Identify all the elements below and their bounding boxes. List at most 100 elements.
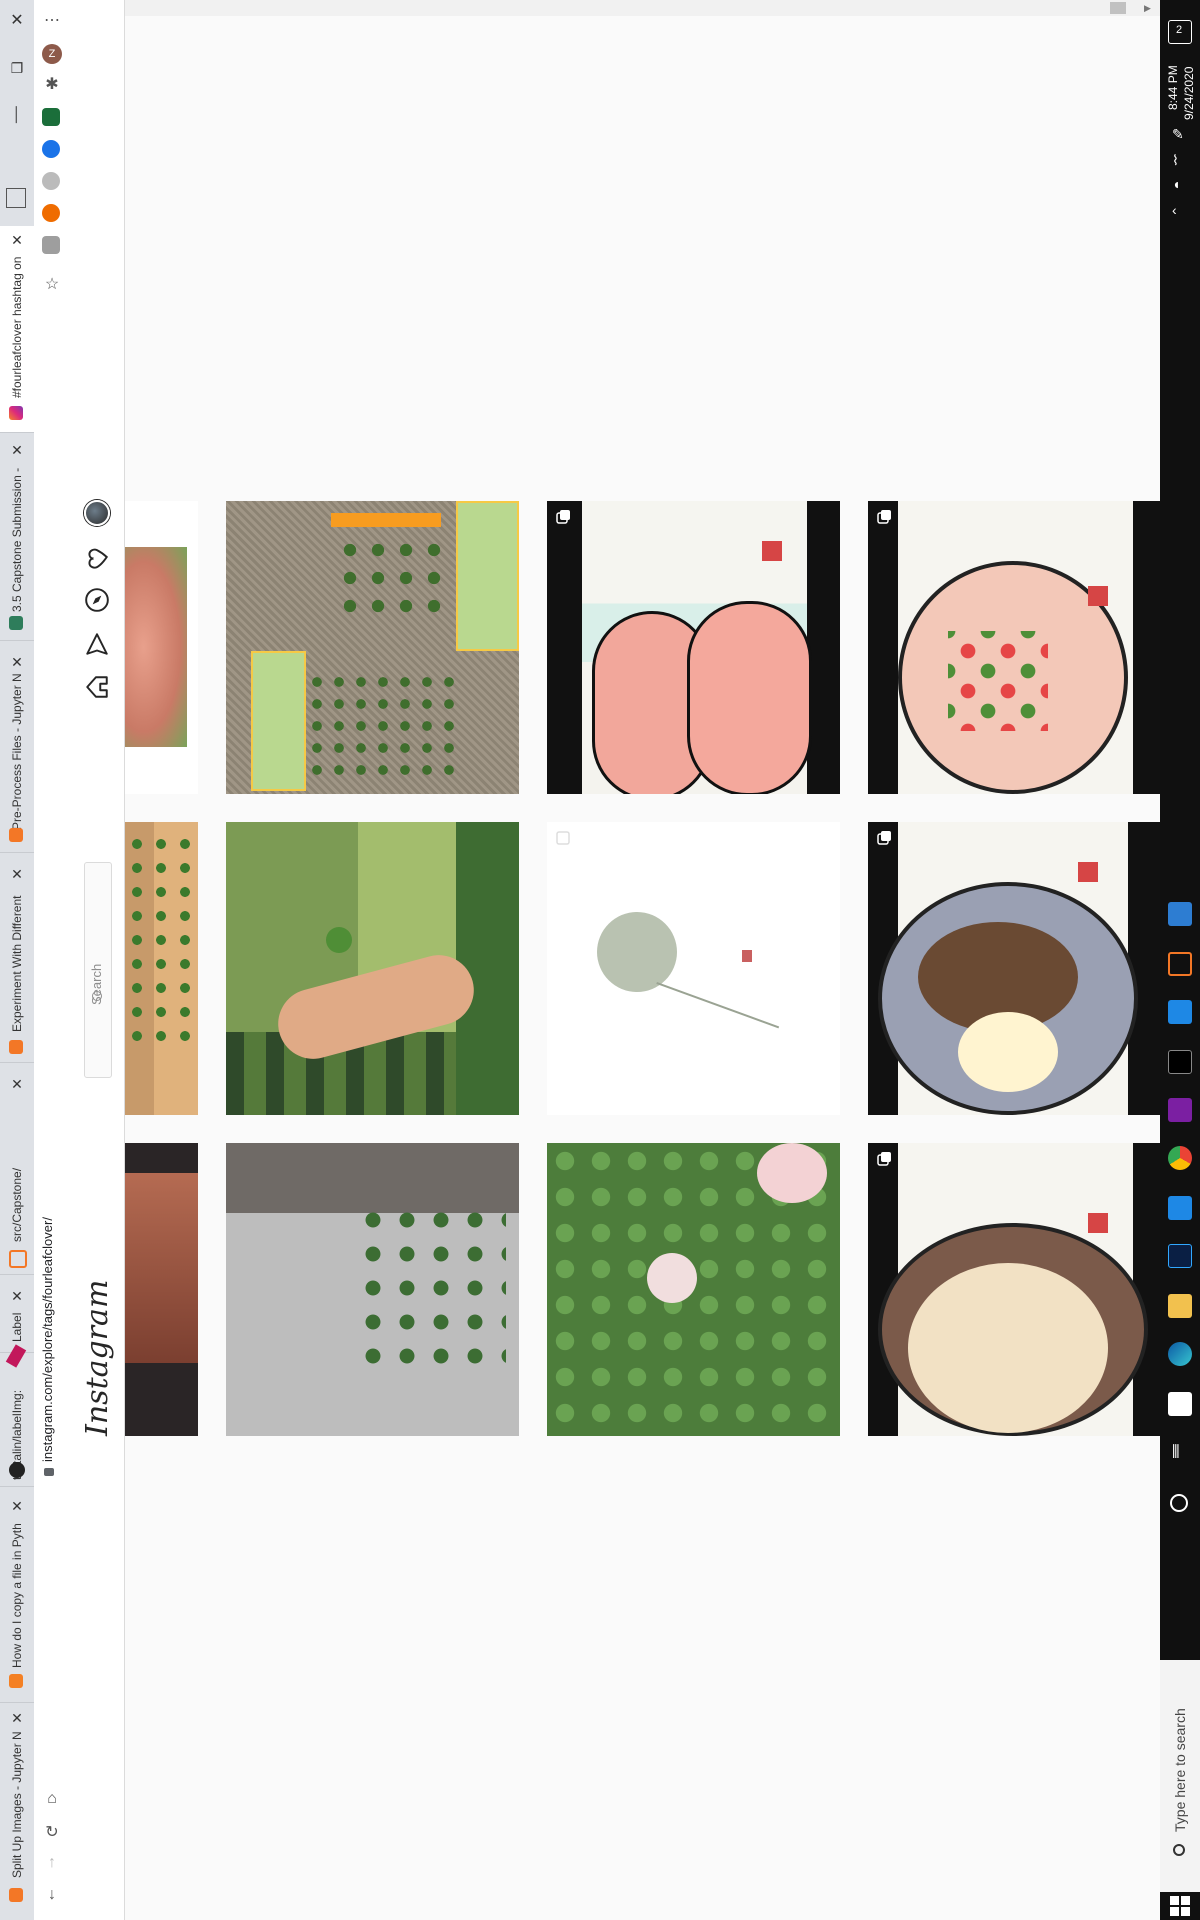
- post-thumbnail[interactable]: [868, 822, 1161, 1115]
- clock-time[interactable]: 8:44 PM: [1166, 65, 1180, 110]
- post-image: [336, 536, 446, 626]
- profile-avatar[interactable]: [84, 500, 110, 526]
- scroll-right-icon[interactable]: ▶: [1144, 3, 1151, 14]
- tab-close-icon[interactable]: ✕: [9, 442, 25, 458]
- mail-icon[interactable]: [1168, 1196, 1192, 1220]
- tab-close-icon[interactable]: ✕: [9, 654, 25, 670]
- post-image: [908, 1263, 1108, 1433]
- tab-split-images[interactable]: ✕ Split Up Images - Jupyter N: [0, 1706, 34, 1920]
- heart-icon[interactable]: [84, 544, 110, 570]
- jupyter-icon[interactable]: [1168, 952, 1192, 976]
- photos-icon[interactable]: [1168, 1000, 1192, 1024]
- jupyter-icon: [9, 1040, 23, 1054]
- menu-icon[interactable]: ⋯: [41, 10, 63, 32]
- lock-icon: [40, 1462, 58, 1480]
- url-bar[interactable]: instagram.com/explore/tags/fourleafclove…: [40, 1217, 55, 1462]
- tab-src-capstone[interactable]: ✕ src/Capstone/: [0, 1066, 34, 1275]
- explore-icon[interactable]: [84, 587, 110, 613]
- photoshop-icon[interactable]: [1168, 1244, 1192, 1268]
- reload-icon[interactable]: ↻: [41, 1822, 63, 1844]
- stamp: [742, 950, 752, 962]
- tab-label-studio[interactable]: ✕ Label: [0, 1278, 34, 1353]
- tab-strip: ✕ ❐ │ ✕ #fourleafclover hashtag on ✕ 3.5…: [0, 0, 34, 1920]
- cortana-icon[interactable]: [1170, 1494, 1188, 1512]
- tab-close-icon[interactable]: ✕: [9, 866, 25, 882]
- search-icon: [92, 991, 102, 1001]
- volume-icon[interactable]: ◖: [1172, 176, 1180, 192]
- scrollbar-thumb[interactable]: [1110, 2, 1126, 14]
- start-icon[interactable]: [1170, 1896, 1190, 1916]
- tab-close-icon[interactable]: ✕: [9, 232, 25, 248]
- github-icon: [9, 1462, 25, 1478]
- instagram-logo[interactable]: Instagram: [80, 1280, 115, 1436]
- carousel-icon: [556, 510, 570, 524]
- extension-icon[interactable]: [42, 204, 60, 222]
- bookmark-star-icon[interactable]: ☆: [41, 274, 63, 296]
- post-thumbnail[interactable]: [125, 1143, 198, 1436]
- forward-icon[interactable]: ↑: [41, 1852, 63, 1874]
- tab-close-icon[interactable]: ✕: [9, 1710, 25, 1726]
- tab-stackoverflow[interactable]: ✕ How do I copy a file in Pyth: [0, 1490, 34, 1703]
- onenote-icon[interactable]: [1168, 1098, 1192, 1122]
- instagram-icon: [9, 406, 23, 420]
- tab-close-icon[interactable]: ✕: [9, 1288, 25, 1304]
- terminal-icon[interactable]: [1168, 1050, 1192, 1074]
- edge-icon[interactable]: [1168, 1342, 1192, 1366]
- taskbar-search-placeholder: Type here to search: [1172, 1708, 1188, 1832]
- notification-icon[interactable]: 2: [1168, 20, 1192, 44]
- post-thumbnail[interactable]: [125, 501, 198, 794]
- post-thumbnail[interactable]: [547, 1143, 840, 1436]
- post-thumbnail[interactable]: [547, 501, 840, 794]
- stamp: [1078, 862, 1098, 882]
- tab-instagram[interactable]: ✕ #fourleafclover hashtag on: [0, 226, 34, 433]
- show-hidden-icons[interactable]: ‹: [1172, 202, 1177, 218]
- post-thumbnail[interactable]: [226, 501, 519, 794]
- post-thumbnail[interactable]: [547, 822, 840, 1115]
- post-thumbnail[interactable]: [125, 822, 198, 1115]
- stackoverflow-icon: [9, 1674, 23, 1688]
- store-icon[interactable]: [1168, 1392, 1192, 1416]
- search-input[interactable]: Search: [84, 862, 112, 1078]
- file-explorer-icon[interactable]: [1168, 1294, 1192, 1318]
- post-thumbnail[interactable]: [868, 501, 1161, 794]
- post-image: [356, 1203, 506, 1373]
- tab-experiment[interactable]: ✕ Experiment With Different: [0, 856, 34, 1063]
- language-icon[interactable]: ✎: [1172, 126, 1184, 143]
- calculator-icon[interactable]: [1168, 902, 1192, 926]
- carousel-icon: [556, 831, 570, 845]
- window-restore-icon[interactable]: ❐: [8, 60, 26, 78]
- window-minimize-icon[interactable]: │: [8, 106, 26, 124]
- tab-close-icon[interactable]: ✕: [9, 1076, 25, 1092]
- horizontal-scrollbar[interactable]: ◀ ▶: [70, 0, 1160, 16]
- tab-capstone[interactable]: ✕ 3.5 Capstone Submission -: [0, 436, 34, 641]
- post-thumbnail[interactable]: [226, 822, 519, 1115]
- search-icon: [1173, 1844, 1185, 1856]
- extension-icon[interactable]: [42, 172, 60, 190]
- task-view-icon[interactable]: ⫴: [1172, 1442, 1180, 1463]
- tab-close-icon[interactable]: ✕: [9, 1498, 25, 1514]
- extension-icon[interactable]: [42, 108, 60, 126]
- tab-search-icon[interactable]: [6, 188, 26, 208]
- tab-label: Experiment With Different: [10, 895, 24, 1033]
- taskbar-search-box[interactable]: Type here to search: [1160, 1660, 1200, 1892]
- post-thumbnail[interactable]: [868, 1143, 1161, 1436]
- post-thumbnail[interactable]: [226, 1143, 519, 1436]
- tab-preprocess[interactable]: ✕ Pre-Process Files - Jupyter N: [0, 644, 34, 853]
- direct-messages-icon[interactable]: [84, 631, 110, 657]
- avatar[interactable]: Z: [42, 44, 62, 64]
- home-icon[interactable]: [84, 674, 110, 700]
- jupyter-icon: [9, 828, 23, 842]
- post-image: [647, 1253, 697, 1303]
- post-image: [656, 982, 780, 1029]
- clock-date[interactable]: 9/24/2020: [1182, 67, 1196, 120]
- back-icon[interactable]: ↓: [41, 1884, 63, 1906]
- post-image: [326, 927, 352, 953]
- home-icon[interactable]: ⌂: [41, 1788, 63, 1810]
- tab-label: Label: [10, 1312, 24, 1342]
- chrome-icon[interactable]: [1168, 1146, 1192, 1170]
- wifi-icon[interactable]: ⌇: [1172, 152, 1179, 169]
- extension-icon[interactable]: [42, 236, 60, 254]
- window-close-icon[interactable]: ✕: [8, 12, 26, 30]
- extensions-icon[interactable]: ✱: [41, 74, 63, 96]
- extension-icon[interactable]: [42, 140, 60, 158]
